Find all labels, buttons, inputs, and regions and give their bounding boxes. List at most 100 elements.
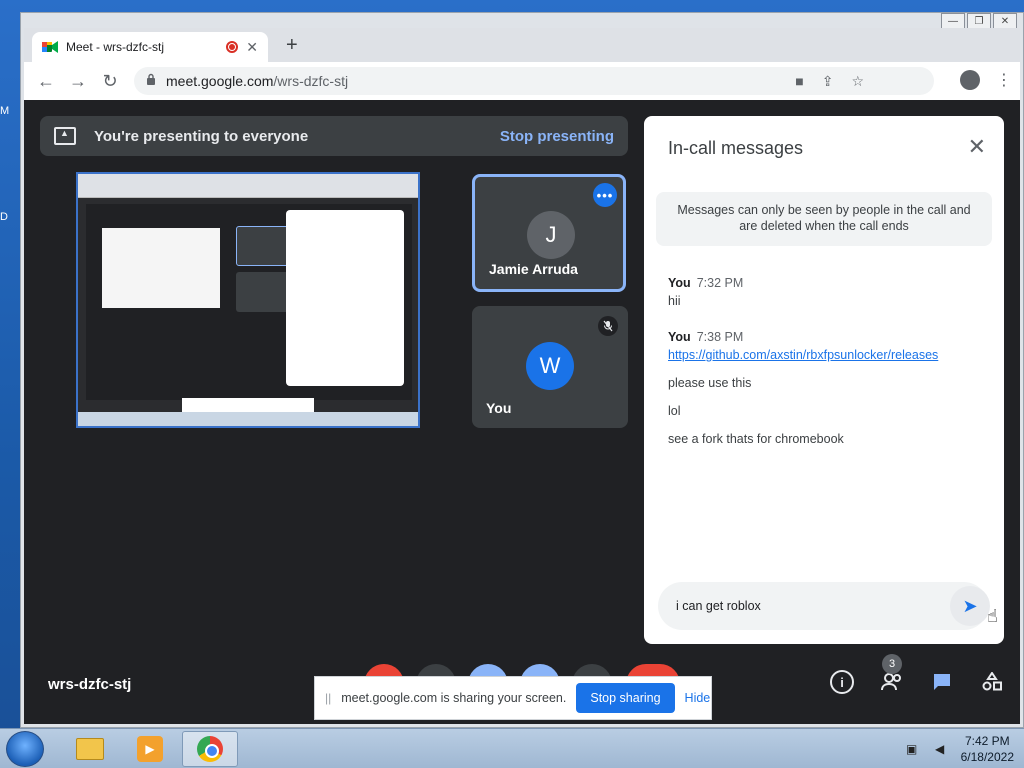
windows-taskbar: ▶ ▣ ◀ 7:42 PM 6/18/2022 xyxy=(0,728,1024,768)
clock-date: 6/18/2022 xyxy=(960,750,1014,764)
participant-name: You xyxy=(486,400,512,416)
bookmark-star-icon[interactable]: ☆ xyxy=(851,73,864,90)
reload-icon[interactable]: ↻ xyxy=(94,65,126,97)
shared-screen-browser-chrome xyxy=(78,174,418,198)
tab-meet[interactable]: Meet - wrs-dzfc-stj ✕ xyxy=(32,32,268,62)
presenting-bar: You're presenting to everyone Stop prese… xyxy=(40,116,628,156)
shared-screen-content xyxy=(86,204,412,400)
info-icon[interactable]: i xyxy=(830,670,854,694)
message-text: see a fork thats for chromebook xyxy=(668,432,844,446)
drag-handle-icon[interactable]: || xyxy=(325,691,331,705)
media-player-icon: ▶ xyxy=(137,736,163,762)
sender-name: You xyxy=(668,330,691,344)
hide-button[interactable]: Hide xyxy=(685,691,711,705)
desktop-edge-labels: M D xyxy=(0,58,10,270)
desktop-edge-label-d: D xyxy=(0,211,8,223)
shared-screen-tile xyxy=(236,226,290,266)
meeting-code: wrs-dzfc-stj xyxy=(48,676,132,693)
message-group: You 7:38 PM https://github.com/axstin/rbx… xyxy=(668,330,988,446)
avatar: W xyxy=(526,342,574,390)
message-text: please use this xyxy=(668,376,752,390)
start-button[interactable] xyxy=(6,731,44,767)
meeting-side-controls: i 3 xyxy=(830,654,1004,694)
profile-avatar[interactable] xyxy=(960,70,980,90)
tab-title: Meet - wrs-dzfc-stj xyxy=(66,40,165,54)
activities-icon[interactable] xyxy=(980,670,1004,694)
shared-screen-chat-panel xyxy=(286,210,404,386)
participant-name: Jamie Arruda xyxy=(489,261,578,277)
stop-sharing-button[interactable]: Stop sharing xyxy=(576,683,675,713)
tab-strip: Meet - wrs-dzfc-stj ✕ + xyxy=(24,28,1020,62)
more-options-icon[interactable]: ••• xyxy=(593,183,617,207)
message-time: 7:32 PM xyxy=(696,276,744,290)
system-clock[interactable]: 7:42 PM 6/18/2022 xyxy=(961,733,1014,765)
sender-name: You xyxy=(668,276,691,290)
chrome-icon xyxy=(197,736,223,762)
avatar: J xyxy=(527,211,575,259)
browser-toolbar: ← → ↻ meet.google.com/wrs-dzfc-stj ■ ⇪ ☆… xyxy=(24,62,1020,100)
omnibox-actions: ■ ⇪ ☆ xyxy=(795,67,864,95)
clock-time: 7:42 PM xyxy=(964,734,1010,748)
chat-icon[interactable] xyxy=(930,670,954,694)
hand-cursor-icon: ☝ xyxy=(987,606,998,626)
message-sender: You 7:32 PM xyxy=(668,276,988,290)
more-menu-icon[interactable]: ⋮ xyxy=(996,70,1012,90)
present-screen-icon xyxy=(54,127,76,145)
toolbar-right: ⋮ xyxy=(960,70,1012,90)
close-icon[interactable]: ✕ xyxy=(993,13,1017,29)
folder-icon xyxy=(76,738,104,760)
meet-stage: You're presenting to everyone Stop prese… xyxy=(24,100,1020,724)
message-link[interactable]: https://github.com/axstin/rbxfpsunlocker… xyxy=(668,348,988,362)
taskbar-media-player[interactable]: ▶ xyxy=(122,731,178,767)
taskbar-file-explorer[interactable] xyxy=(62,731,118,767)
message-time: 7:38 PM xyxy=(696,330,744,344)
message-group: You 7:32 PM hii xyxy=(668,276,988,308)
outer-window-controls: — ❐ ✕ xyxy=(941,13,1017,29)
in-call-messages-panel: In-call messages ✕ Messages can only be … xyxy=(644,116,1004,644)
screen-share-banner: || meet.google.com is sharing your scree… xyxy=(314,676,712,720)
stop-presenting-button[interactable]: Stop presenting xyxy=(500,128,614,145)
taskbar-chrome[interactable] xyxy=(182,731,238,767)
message-text: lol xyxy=(668,404,681,418)
chat-notice: Messages can only be seen by people in t… xyxy=(656,192,992,246)
shared-screen-tile xyxy=(236,272,290,312)
camera-icon[interactable]: ■ xyxy=(795,73,803,89)
message-text: hii xyxy=(668,294,681,308)
message-sender: You 7:38 PM xyxy=(668,330,988,344)
shared-screen-recursive-view xyxy=(102,228,220,308)
network-icon[interactable]: ▣ xyxy=(905,742,919,756)
send-icon[interactable]: ➤ xyxy=(950,586,990,626)
close-icon[interactable]: ✕ xyxy=(968,134,986,160)
message-list: You 7:32 PM hii You 7:38 PM https://github… xyxy=(668,276,988,468)
url-text: meet.google.com/wrs-dzfc-stj xyxy=(166,73,348,89)
lock-icon[interactable] xyxy=(146,72,156,90)
participants-badge: 3 xyxy=(882,654,902,674)
presenting-text: You're presenting to everyone xyxy=(94,127,309,145)
participant-tile-you[interactable]: W You xyxy=(472,306,628,428)
participant-tile-jamie[interactable]: ••• J Jamie Arruda xyxy=(472,174,626,292)
mic-off-icon xyxy=(598,316,618,336)
back-icon[interactable]: ← xyxy=(30,65,62,97)
share-icon[interactable]: ⇪ xyxy=(822,73,834,90)
new-tab-icon[interactable]: + xyxy=(286,34,298,57)
desktop-edge-label-m: M xyxy=(0,105,10,117)
volume-icon[interactable]: ◀ xyxy=(933,742,947,756)
system-tray: ▣ ◀ 7:42 PM 6/18/2022 xyxy=(905,733,1014,765)
people-icon[interactable]: 3 xyxy=(880,654,904,694)
url-path: /wrs-dzfc-stj xyxy=(273,73,349,89)
share-banner-text: meet.google.com is sharing your screen. xyxy=(341,691,567,705)
minimize-icon[interactable]: — xyxy=(941,13,965,29)
url-host: meet.google.com xyxy=(166,73,274,89)
shared-screen-taskbar xyxy=(78,412,418,426)
shared-screen-banner xyxy=(182,398,314,412)
meet-logo-icon xyxy=(42,40,58,54)
recording-indicator-icon xyxy=(226,41,239,53)
address-bar[interactable]: meet.google.com/wrs-dzfc-stj ■ ⇪ ☆ xyxy=(134,67,934,95)
message-input-value: i can get roblox xyxy=(676,599,761,613)
message-input[interactable]: i can get roblox ➤ ☝ xyxy=(658,582,998,630)
restore-icon[interactable]: ❐ xyxy=(967,13,991,29)
shared-screen-preview xyxy=(76,172,420,428)
chat-panel-title: In-call messages xyxy=(668,138,804,158)
forward-icon[interactable]: → xyxy=(62,65,94,97)
tab-close-icon[interactable]: ✕ xyxy=(246,39,258,56)
